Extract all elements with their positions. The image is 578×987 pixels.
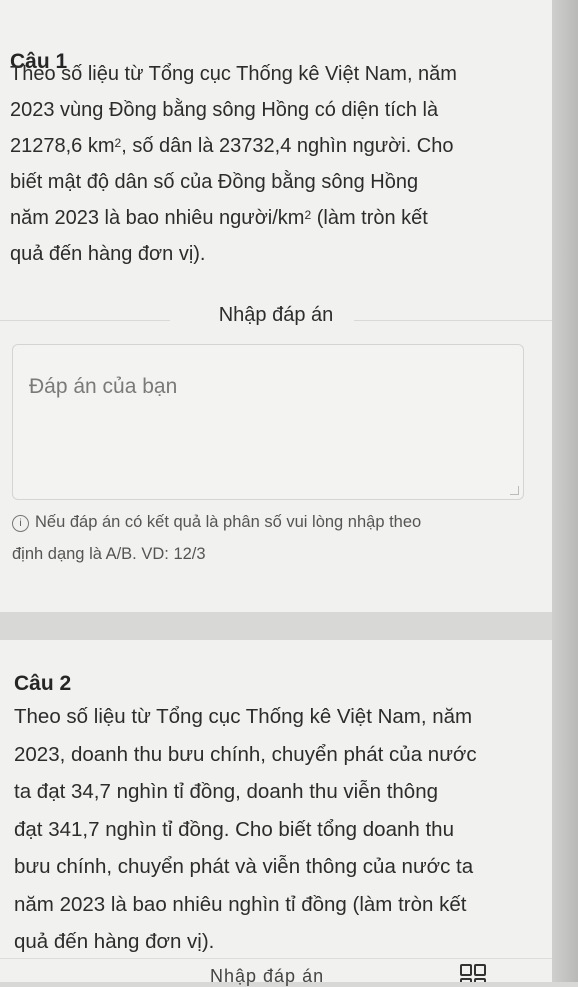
hint-line-2: định dạng là A/B. VD: 12/3: [12, 545, 206, 563]
answer-label: Nhập đáp án: [218, 304, 334, 326]
q1-line-4: biết mật độ dân số của Đồng bằng sông Hồ…: [10, 171, 419, 193]
grid-icon[interactable]: [456, 962, 490, 982]
info-icon: i: [12, 515, 29, 532]
q1-line-2: 2023 vùng Đồng bằng sông Hồng có diện tí…: [10, 99, 439, 121]
q2-line-6: năm 2023 là bao nhiêu nghìn tỉ đồng (làm…: [14, 892, 467, 916]
resize-handle[interactable]: [510, 486, 519, 495]
answer-input[interactable]: Đáp án của bạn: [12, 344, 524, 500]
q1-line-1: Theo số liệu từ Tổng cục Thống kê Việt N…: [10, 63, 457, 85]
q1-line-5-rest: (làm tròn kết: [311, 207, 428, 229]
q1-unit-superscript: 2: [304, 208, 312, 222]
q2-line-1: Theo số liệu từ Tổng cục Thống kê Việt N…: [14, 705, 473, 728]
q1-line-5: năm 2023 là bao nhiêu người/km2 (làm trò…: [10, 200, 535, 236]
next-answer-label: Nhập đáp án: [210, 966, 325, 986]
hint-text-1: Nếu đáp án có kết quả là phân số vui lòn…: [35, 513, 422, 531]
q2-line-2: 2023, doanh thu bưu chính, chuyển phát c…: [14, 742, 477, 766]
q1-line-3-rest: , số dân là 23732,4 nghìn người. Cho: [121, 135, 454, 157]
question-2-card: Câu 2 Theo số liệu từ Tổng cục Thống kê …: [0, 640, 552, 982]
q2-line-4: đạt 341,7 nghìn tỉ đồng. Cho biết tổng d…: [14, 817, 454, 841]
question-2-text: Theo số liệu từ Tổng cục Thống kê Việt N…: [14, 698, 544, 961]
question-1-text: Theo số liệu từ Tổng cục Thống kê Việt N…: [10, 56, 535, 272]
q1-unit: năm 2023 là bao nhiêu người/km: [10, 207, 305, 229]
q1-superscript: 2: [114, 136, 122, 150]
hint-line-1: i Nếu đáp án có kết quả là phân số vui lò…: [12, 506, 532, 538]
q1-area: 21278,6 km: [10, 135, 115, 157]
q2-line-7: quả đến hàng đơn vị).: [14, 930, 215, 953]
q2-line-3: ta đạt 34,7 nghìn tỉ đồng, doanh thu viễ…: [14, 780, 439, 803]
q2-line-5: bưu chính, chuyển phát và viễn thông của…: [14, 855, 474, 878]
bottom-divider: [0, 958, 552, 959]
question-2-title: Câu 2: [14, 672, 72, 695]
answer-divider: Nhập đáp án: [0, 296, 552, 332]
question-1-card: Câu 1 Theo số liệu từ Tổng cục Thống kê …: [0, 0, 552, 612]
answer-placeholder: Đáp án của bạn: [29, 375, 178, 398]
screen-edge: [552, 0, 578, 982]
q1-line-3: 21278,6 km2, số dân là 23732,4 nghìn ngư…: [10, 128, 535, 164]
answer-hint: i Nếu đáp án có kết quả là phân số vui lò…: [12, 506, 532, 570]
q1-line-6: quả đến hàng đơn vị).: [10, 243, 206, 265]
